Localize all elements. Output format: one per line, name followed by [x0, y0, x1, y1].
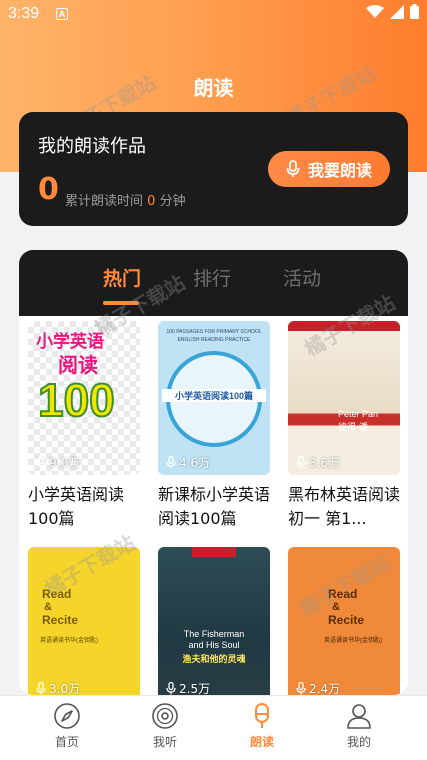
cover-series: 英语诵读书华(金钥匙) [324, 638, 382, 644]
cover-title: Read [328, 587, 358, 601]
tab-ranking[interactable]: 排行 [193, 264, 231, 291]
book-title: 小学英语阅读100篇 [28, 485, 125, 528]
play-count-value: 9.0万 [49, 456, 81, 470]
play-count-value: 2.4万 [309, 682, 341, 695]
nav-item-read[interactable]: 朗读 [232, 702, 292, 750]
works-title: 我的朗读作品 [38, 136, 146, 157]
book-cover: Read & Recite 英语诵读书华(金钥匙) 3.0万 [28, 547, 140, 695]
my-reading-works-card: 我的朗读作品 0 累计朗读时间 0 分钟 我要朗读 [19, 112, 408, 226]
cover-series: 英语诵读书华(金钥匙) [40, 638, 98, 644]
nav-label: 我的 [346, 735, 371, 749]
cover-subtitle: Recite [42, 613, 79, 627]
play-count: 2.5万 [166, 680, 210, 695]
book-card[interactable]: Read & Recite 英语诵读书华(金钥匙) 3.0万 [28, 547, 140, 695]
cover-title: Peter Pan [338, 409, 379, 419]
cover-ampersand: & [44, 601, 52, 613]
battery-icon [410, 4, 419, 19]
tab-hot[interactable]: 热门 [103, 264, 141, 291]
cover-ampersand: & [332, 601, 340, 613]
cover-top-band [288, 321, 400, 331]
status-bar: 3:39 A [0, 0, 427, 30]
microphone-icon [296, 682, 306, 695]
cover-subtitle: 渔夫和他的灵魂 [182, 654, 246, 664]
active-tab-indicator [103, 301, 139, 305]
notification-a-icon: A [56, 8, 68, 20]
book-card[interactable]: Peter Pan 彼得·潘 3.6万 黑布林英语阅读 初一 第1... [288, 321, 400, 531]
nav-label: 首页 [54, 735, 79, 749]
book-card[interactable]: The Fisherman and His Soul 渔夫和他的灵魂 2.5万 [158, 547, 270, 695]
microphone-icon [166, 682, 176, 695]
cover-caption: 100 PASSAGES FOR PRIMARY SCHOOL [166, 329, 262, 335]
tabs-bar: 热门 排行 活动 [19, 250, 408, 316]
nav-item-listen[interactable]: 我听 [135, 702, 195, 750]
book-card[interactable]: 100 PASSAGES FOR PRIMARY SCHOOL ENGLISH … [158, 321, 270, 531]
vinyl-icon [152, 703, 178, 729]
cover-title: The Fisherman [183, 629, 245, 639]
content-card: 热门 排行 活动 小学英语 阅读 100 9.0万 小学英语阅读100篇 100… [19, 250, 408, 695]
play-count-value: 4.6万 [179, 456, 211, 470]
reading-time-summary: 累计朗读时间 0 分钟 [65, 190, 186, 209]
page-title: 朗读 [193, 76, 234, 100]
play-count: 2.4万 [296, 680, 340, 695]
start-reading-label: 我要朗读 [307, 161, 372, 180]
cover-top-band [192, 547, 236, 557]
cover-caption-2: ENGLISH READING PRACTICE [177, 337, 251, 343]
works-count: 0 [38, 172, 59, 207]
microphone-icon [36, 456, 46, 469]
book-title: 新课标小学英语阅读100篇 [158, 485, 270, 528]
start-reading-button[interactable]: 我要朗读 [268, 151, 390, 187]
play-count: 3.0万 [36, 680, 80, 695]
book-cover: Peter Pan 彼得·潘 3.6万 [288, 321, 400, 475]
wifi-icon [366, 4, 384, 18]
play-count: 9.0万 [36, 454, 80, 471]
microphone-icon [36, 682, 46, 695]
play-count-value: 3.0万 [49, 682, 81, 695]
book-cover: 小学英语 阅读 100 9.0万 [28, 321, 140, 475]
microphone-icon [296, 456, 306, 469]
reading-time-unit: 分钟 [159, 194, 186, 209]
book-card[interactable]: Read & Recite 英语诵读书华(金钥匙) 2.4万 [288, 547, 400, 695]
cover-title: 小学英语阅读100篇 [162, 389, 266, 402]
cover-title: Read [42, 587, 72, 601]
status-time: 3:39 [8, 5, 40, 22]
play-count: 4.6万 [166, 454, 210, 471]
cover-title-2: and His Soul [188, 640, 240, 650]
book-card[interactable]: 小学英语 阅读 100 9.0万 小学英语阅读100篇 [28, 321, 140, 531]
nav-label: 朗读 [249, 735, 274, 749]
book-cover: The Fisherman and His Soul 渔夫和他的灵魂 2.5万 [158, 547, 270, 695]
book-cover: 100 PASSAGES FOR PRIMARY SCHOOL ENGLISH … [158, 321, 270, 475]
reading-time-value: 0 [147, 194, 156, 209]
play-count-value: 2.5万 [179, 682, 211, 695]
book-cover: Read & Recite 英语诵读书华(金钥匙) 2.4万 [288, 547, 400, 695]
book-title: 黑布林英语阅读 初一 第1... [288, 485, 400, 528]
reading-time-label: 累计朗读时间 [65, 194, 144, 209]
play-count: 3.6万 [296, 454, 340, 471]
compass-icon [54, 703, 80, 729]
cover-number: 100 [37, 373, 116, 427]
cover-subtitle: Recite [328, 613, 365, 627]
tab-activity[interactable]: 活动 [283, 264, 321, 291]
user-icon [347, 704, 371, 729]
signal-icon [390, 4, 404, 19]
play-count-value: 3.6万 [309, 456, 341, 470]
microphone-icon [255, 703, 269, 728]
microphone-icon [166, 456, 176, 469]
nav-label: 我听 [152, 735, 177, 749]
cover-subtitle: 彼得·潘 [338, 422, 368, 432]
microphone-icon [286, 160, 300, 177]
nav-item-home[interactable]: 首页 [37, 702, 97, 750]
nav-item-mine[interactable]: 我的 [329, 702, 389, 750]
bottom-navigation: 首页 我听 朗读 我的 [0, 695, 427, 760]
